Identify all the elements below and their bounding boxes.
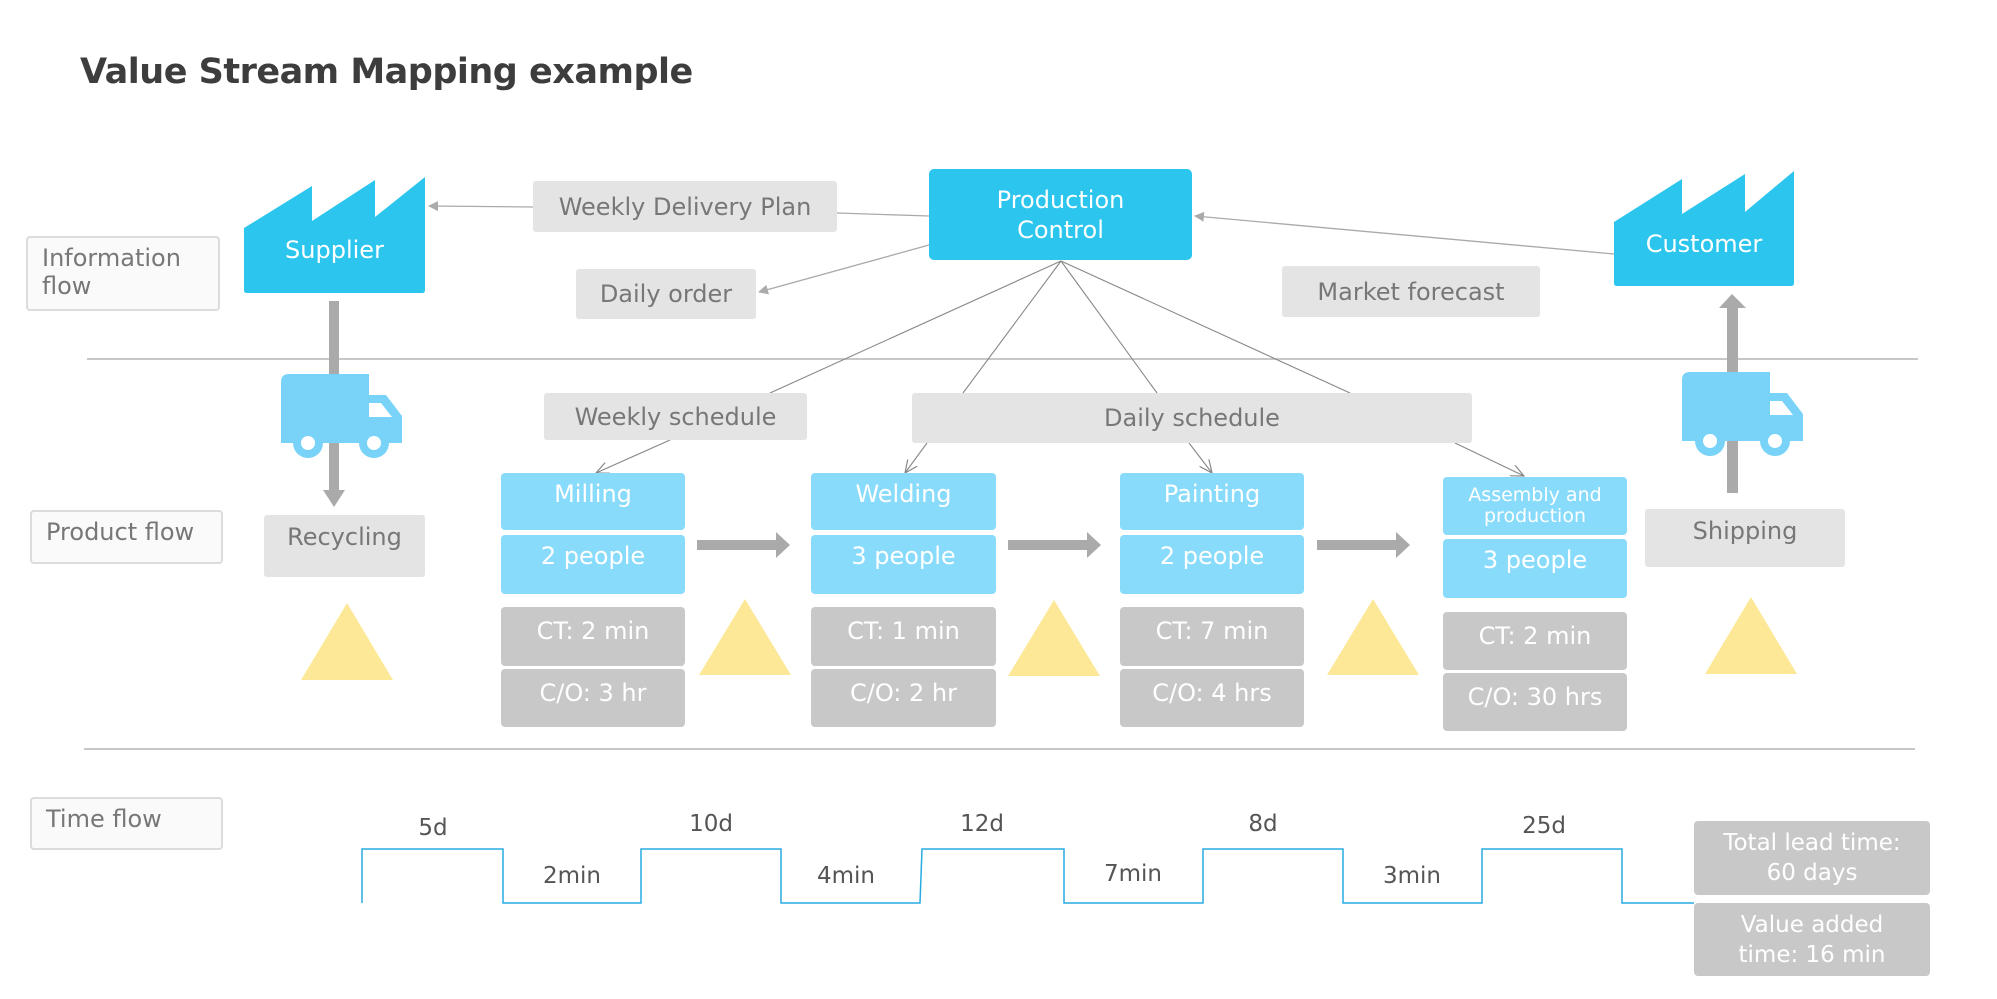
down-arrow-head-icon [323, 490, 345, 507]
process-time-label: 3min [1382, 863, 1441, 889]
arrow-to-painting [1188, 442, 1212, 473]
weekly-schedule-tag[interactable]: Weekly schedule [544, 393, 807, 440]
process-time-label: 7min [1103, 861, 1162, 887]
value-added-time-box: Value added time: 16 min [1694, 903, 1930, 976]
customer-label: Customer [1645, 230, 1763, 258]
line-pc-weekly-schedule [769, 260, 1062, 394]
process-people: 2 people [1120, 535, 1304, 594]
production-control-box[interactable]: Production Control [929, 169, 1192, 260]
supplier-factory-icon[interactable] [244, 177, 425, 293]
arrow-pc-to-daily-order [758, 244, 930, 295]
total-lead-time-box: Total lead time: 60 days [1694, 821, 1930, 895]
process-name: Painting [1120, 473, 1304, 530]
inventory-triangle-shipping-icon [1705, 597, 1797, 674]
customer-factory-icon[interactable] [1614, 171, 1794, 286]
wait-time-label: 25d [1522, 813, 1566, 839]
push-arrow-2-icon [1008, 532, 1101, 558]
process-cycle-time: CT: 2 min [501, 607, 685, 666]
market-forecast-tag[interactable]: Market forecast [1282, 266, 1540, 317]
lane-label-time-flow: Time flow [30, 797, 223, 850]
process-people: 3 people [811, 535, 996, 594]
arrow-to-assembly [1454, 442, 1524, 476]
weekly-delivery-plan-tag[interactable]: Weekly Delivery Plan [533, 181, 837, 232]
process-changeover: C/O: 2 hr [811, 669, 996, 727]
line-pc-daily-1 [962, 260, 1062, 394]
recycling-tag[interactable]: Recycling [264, 515, 425, 577]
wait-time-label: 10d [689, 811, 733, 837]
wait-time-label: 12d [960, 811, 1004, 837]
lane-label-information-flow: Information flow [26, 236, 220, 311]
arrow-to-milling [596, 439, 671, 473]
truck-icon-customer [1682, 372, 1803, 456]
process-changeover: C/O: 4 hrs [1120, 669, 1304, 727]
process-cycle-time: CT: 7 min [1120, 607, 1304, 666]
daily-order-tag[interactable]: Daily order [576, 269, 756, 319]
inventory-triangle-1-icon [699, 599, 791, 675]
line-pc-daily-2 [1060, 260, 1158, 394]
arrow-weekly-plan-to-supplier [428, 201, 534, 212]
wait-time-label: 5d [418, 815, 448, 841]
lane-label-product-flow: Product flow [30, 510, 223, 564]
process-time-label: 2min [542, 863, 601, 889]
push-arrow-1-icon [697, 532, 790, 558]
arrow-to-welding [905, 442, 928, 473]
truck-icon-supplier [281, 374, 402, 458]
process-cycle-time: CT: 1 min [811, 607, 996, 666]
process-changeover: C/O: 3 hr [501, 669, 685, 727]
process-people: 3 people [1443, 539, 1627, 598]
process-people: 2 people [501, 535, 685, 594]
process-time-label: 4min [816, 863, 875, 889]
process-name: Milling [501, 473, 685, 530]
supplier-label: Supplier [285, 236, 384, 264]
wait-time-label: 8d [1248, 811, 1278, 837]
line-pc-to-weekly-plan [836, 212, 930, 217]
inventory-triangle-2-icon [1008, 600, 1100, 676]
shipping-tag[interactable]: Shipping [1645, 509, 1845, 567]
process-cycle-time: CT: 2 min [1443, 612, 1627, 670]
push-arrow-3-icon [1317, 532, 1410, 558]
process-name: Assembly and production [1443, 477, 1627, 535]
inventory-triangle-recycling-icon [301, 603, 393, 680]
daily-schedule-tag[interactable]: Daily schedule [912, 393, 1472, 443]
up-arrow-head-icon [1719, 294, 1746, 308]
process-changeover: C/O: 30 hrs [1443, 673, 1627, 731]
arrow-customer-to-pc [1194, 211, 1615, 255]
inventory-triangle-3-icon [1327, 599, 1419, 675]
process-name: Welding [811, 473, 996, 530]
page-title: Value Stream Mapping example [80, 52, 693, 92]
